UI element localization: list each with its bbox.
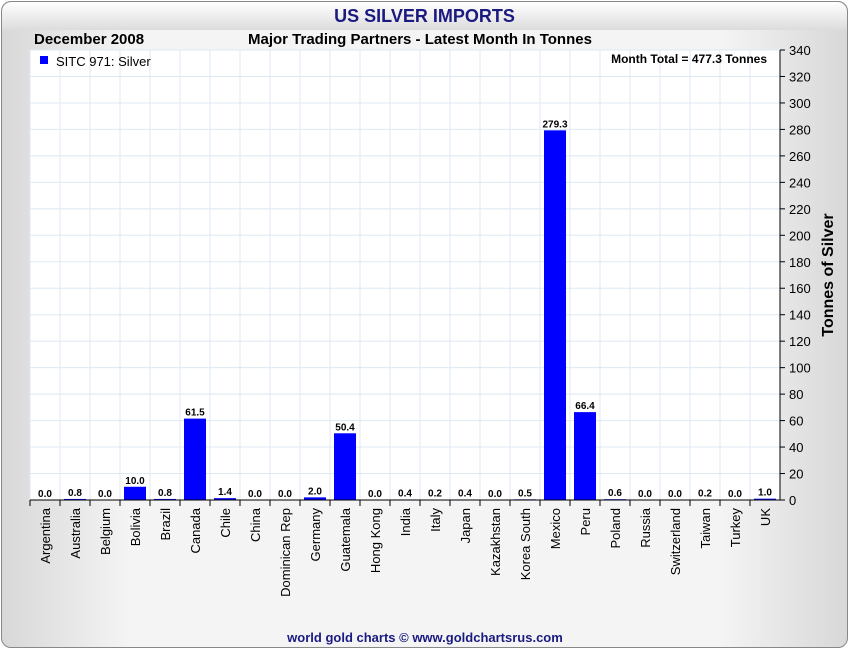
data-label: 0.4 xyxy=(398,488,412,499)
x-tick-label: UK xyxy=(758,508,773,526)
legend-swatch xyxy=(40,56,48,64)
bar-guatemala xyxy=(334,433,356,500)
data-label: 0.8 xyxy=(68,488,82,499)
x-tick-label: Germany xyxy=(308,508,323,562)
y-tick-label: 220 xyxy=(789,202,811,217)
y-tick-label: 180 xyxy=(789,255,811,270)
x-tick-label: Guatemala xyxy=(338,507,353,571)
y-tick-label: 280 xyxy=(789,122,811,137)
x-tick-label: Belgium xyxy=(98,508,113,555)
data-label: 0.0 xyxy=(668,489,682,500)
data-label: 0.0 xyxy=(488,489,502,500)
data-label: 0.0 xyxy=(278,489,292,500)
x-tick-label: Dominican Rep xyxy=(278,508,293,597)
bar-peru xyxy=(574,412,596,500)
y-tick-label: 320 xyxy=(789,69,811,84)
plot-area xyxy=(30,50,780,500)
y-tick-label: 340 xyxy=(789,43,811,58)
y-tick-label: 60 xyxy=(789,414,803,429)
data-label: 0.0 xyxy=(638,489,652,500)
y-tick-label: 160 xyxy=(789,281,811,296)
x-tick-label: Australia xyxy=(68,507,83,558)
x-tick-label: India xyxy=(398,507,413,536)
x-tick-label: Russia xyxy=(638,507,653,548)
x-tick-label: Hong Kong xyxy=(368,508,383,573)
data-label: 0.0 xyxy=(98,489,112,500)
x-tick-label: Argentina xyxy=(38,507,53,563)
x-tick-label: Chile xyxy=(218,508,233,538)
y-tick-label: 260 xyxy=(789,149,811,164)
bar-canada xyxy=(184,418,206,500)
y-tick-label: 0 xyxy=(789,493,796,508)
data-label: 0.0 xyxy=(38,489,52,500)
bar-chart: 0 20 40 60 80 100 120 140 160 180 200 220 240 260 280 3… xyxy=(29,43,837,597)
y-tick-label: 140 xyxy=(789,308,811,323)
x-tick-label: Korea South xyxy=(518,508,533,580)
data-label: 0.0 xyxy=(728,489,742,500)
y-axis-title: Tonnes of Silver xyxy=(820,213,837,336)
x-tick-label: Poland xyxy=(608,508,623,548)
x-tick-label: Turkey xyxy=(728,508,743,548)
x-tick-label: Brazil xyxy=(158,508,173,541)
x-tick-label: China xyxy=(248,507,263,542)
x-tick-label: Canada xyxy=(188,507,203,553)
x-tick-label: Peru xyxy=(578,508,593,535)
x-tick-label: Japan xyxy=(458,508,473,543)
data-label: 1.0 xyxy=(758,488,772,499)
data-label: 10.0 xyxy=(125,476,145,487)
y-tick-label: 20 xyxy=(789,467,803,482)
y-tick-label: 240 xyxy=(789,175,811,190)
y-tick-label: 40 xyxy=(789,440,803,455)
data-label: 0.4 xyxy=(458,488,472,499)
month-total-annotation: Month Total = 477.3 Tonnes xyxy=(611,52,767,66)
bar-mexico xyxy=(544,130,566,500)
data-label: 0.0 xyxy=(368,489,382,500)
y-tick-label: 100 xyxy=(789,361,811,376)
data-label: 0.6 xyxy=(608,488,622,499)
x-tick-label: Taiwan xyxy=(698,508,713,548)
data-label: 50.4 xyxy=(335,422,355,433)
x-tick-label: Mexico xyxy=(548,508,563,549)
data-label: 1.4 xyxy=(218,487,232,498)
data-label: 0.5 xyxy=(518,488,532,499)
x-tick-label: Italy xyxy=(428,508,443,532)
legend-label: SITC 971: Silver xyxy=(56,54,151,69)
y-tick-label: 120 xyxy=(789,334,811,349)
x-tick-label: Switzerland xyxy=(668,508,683,575)
data-label: 0.2 xyxy=(698,489,712,500)
x-tick-label: Bolivia xyxy=(128,507,143,546)
data-label: 2.0 xyxy=(308,486,322,497)
y-tick-label: 200 xyxy=(789,228,811,243)
x-tick-label: Kazakhstan xyxy=(488,508,503,576)
bar-bolivia xyxy=(124,486,146,500)
y-tick-label: 300 xyxy=(789,96,811,111)
data-label: 0.8 xyxy=(158,488,172,499)
data-label: 0.2 xyxy=(428,489,442,500)
data-label: 279.3 xyxy=(542,119,567,130)
data-label: 61.5 xyxy=(185,408,205,419)
data-label: 66.4 xyxy=(575,401,595,412)
y-tick-label: 80 xyxy=(789,387,803,402)
data-label: 0.0 xyxy=(248,489,262,500)
